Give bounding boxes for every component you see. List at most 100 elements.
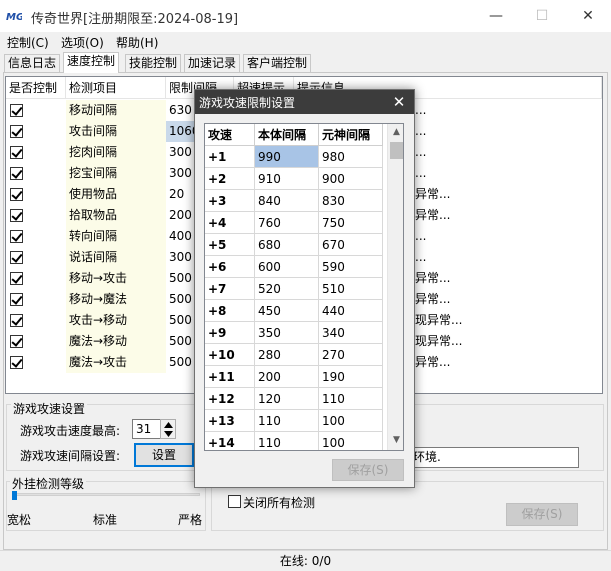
dialog-title: 游戏攻速限制设置 — [199, 96, 296, 110]
header-controlled[interactable]: 是否控制 — [6, 77, 66, 99]
spin-up-icon[interactable] — [164, 422, 173, 428]
grid-body-cell[interactable]: 200 — [255, 366, 319, 388]
row-checkbox[interactable] — [10, 230, 23, 243]
row-checkbox-cell[interactable] — [6, 331, 66, 352]
close-all-checkbox[interactable] — [228, 495, 241, 508]
row-checkbox[interactable] — [10, 146, 23, 159]
grid-speed-cell: +3 — [205, 190, 255, 212]
row-checkbox-cell[interactable] — [6, 352, 66, 373]
row-checkbox[interactable] — [10, 188, 23, 201]
detection-level-slider-track[interactable] — [13, 493, 200, 496]
row-checkbox-cell[interactable] — [6, 184, 66, 205]
row-checkbox[interactable] — [10, 104, 23, 117]
grid-body-cell[interactable]: 350 — [255, 322, 319, 344]
dialog-save-button[interactable]: 保存(S) — [332, 459, 404, 481]
grid-body-cell[interactable]: 280 — [255, 344, 319, 366]
tab-speed-records[interactable]: 加速记录 — [184, 54, 241, 72]
tab-speed-control[interactable]: 速度控制 — [63, 52, 120, 73]
status-bar: 在线: 0/0 — [0, 550, 611, 570]
grid-body-cell[interactable]: 990 — [255, 146, 319, 168]
grid-spirit-cell[interactable]: 340 — [319, 322, 383, 344]
row-checkbox-cell[interactable] — [6, 310, 66, 331]
row-checkbox-cell[interactable] — [6, 289, 66, 310]
grid-body-cell[interactable]: 110 — [255, 432, 319, 450]
scroll-thumb[interactable] — [390, 142, 403, 159]
level-standard-label: 标准 — [93, 513, 118, 527]
row-item: 移动→攻击 — [66, 268, 166, 289]
row-checkbox[interactable] — [10, 167, 23, 180]
grid-spirit-cell[interactable]: 980 — [319, 146, 383, 168]
row-checkbox[interactable] — [10, 125, 23, 138]
online-count: 在线: 0/0 — [279, 554, 332, 568]
scroll-up-icon[interactable]: ▲ — [388, 124, 403, 141]
speed-limit-grid[interactable]: 攻速 本体间隔 元神间隔 +1 990 980 +2 910 900 +3 840 830 +4 7… — [204, 123, 404, 451]
menu-help[interactable]: 帮助(H) — [116, 34, 158, 51]
grid-body-cell[interactable]: 910 — [255, 168, 319, 190]
dialog-title-bar: 游戏攻速限制设置 ✕ — [195, 90, 414, 114]
grid-body-cell[interactable]: 450 — [255, 300, 319, 322]
grid-body-cell[interactable]: 600 — [255, 256, 319, 278]
grid-spirit-cell[interactable]: 670 — [319, 234, 383, 256]
grid-body-cell[interactable]: 680 — [255, 234, 319, 256]
grid-body-cell[interactable]: 760 — [255, 212, 319, 234]
row-checkbox-cell[interactable] — [6, 205, 66, 226]
grid-body-cell[interactable]: 120 — [255, 388, 319, 410]
row-item: 攻击→移动 — [66, 310, 166, 331]
set-button[interactable]: 设置 — [134, 443, 194, 467]
grid-spirit-cell[interactable]: 100 — [319, 432, 383, 450]
maximize-button[interactable]: ☐ — [519, 0, 565, 32]
grid-spirit-cell[interactable]: 110 — [319, 388, 383, 410]
header-item[interactable]: 检测项目 — [66, 77, 166, 99]
row-checkbox[interactable] — [10, 335, 23, 348]
grid-spirit-cell[interactable]: 750 — [319, 212, 383, 234]
grid-spirit-cell[interactable]: 270 — [319, 344, 383, 366]
close-button[interactable]: ✕ — [565, 0, 611, 32]
menu-control[interactable]: 控制(C) — [7, 34, 49, 51]
row-checkbox-cell[interactable] — [6, 121, 66, 142]
app-logo-icon: MG — [6, 10, 22, 22]
row-checkbox[interactable] — [10, 209, 23, 222]
row-checkbox-cell[interactable] — [6, 268, 66, 289]
row-checkbox[interactable] — [10, 314, 23, 327]
spin-down-icon[interactable] — [164, 431, 173, 437]
dialog-close-icon[interactable]: ✕ — [388, 90, 410, 114]
scroll-down-icon[interactable]: ▼ — [388, 432, 403, 449]
message-input[interactable]: 环境. — [410, 447, 579, 468]
grid-body-cell[interactable]: 840 — [255, 190, 319, 212]
grid-spirit-cell[interactable]: 190 — [319, 366, 383, 388]
grid-speed-cell: +1 — [205, 146, 255, 168]
row-checkbox[interactable] — [10, 356, 23, 369]
main-save-button[interactable]: 保存(S) — [506, 503, 578, 526]
grid-scrollbar[interactable]: ▲ ▼ — [387, 124, 403, 450]
row-checkbox-cell[interactable] — [6, 247, 66, 268]
grid-body-cell[interactable]: 520 — [255, 278, 319, 300]
row-checkbox-cell[interactable] — [6, 142, 66, 163]
tab-client-control[interactable]: 客户端控制 — [243, 54, 312, 72]
grid-header-speed: 攻速 — [205, 124, 255, 146]
max-speed-input[interactable]: 31 — [132, 419, 162, 439]
row-checkbox-cell[interactable] — [6, 100, 66, 121]
grid-spirit-cell[interactable]: 100 — [319, 410, 383, 432]
grid-spirit-cell[interactable]: 440 — [319, 300, 383, 322]
minimize-button[interactable]: — — [473, 0, 519, 32]
grid-speed-cell: +7 — [205, 278, 255, 300]
grid-spirit-cell[interactable]: 900 — [319, 168, 383, 190]
row-checkbox[interactable] — [10, 251, 23, 264]
grid-speed-cell: +11 — [205, 366, 255, 388]
grid-body-cell[interactable]: 110 — [255, 410, 319, 432]
tab-skill-control[interactable]: 技能控制 — [125, 54, 182, 72]
max-speed-spinner[interactable] — [160, 419, 176, 439]
grid-spirit-cell[interactable]: 510 — [319, 278, 383, 300]
row-checkbox[interactable] — [10, 272, 23, 285]
menu-options[interactable]: 选项(O) — [61, 34, 104, 51]
grid-spirit-cell[interactable]: 830 — [319, 190, 383, 212]
tab-info-log[interactable]: 信息日志 — [4, 54, 61, 72]
row-checkbox-cell[interactable] — [6, 226, 66, 247]
detection-level-slider-thumb[interactable] — [12, 491, 17, 500]
grid-speed-cell: +13 — [205, 410, 255, 432]
row-checkbox[interactable] — [10, 293, 23, 306]
grid-spirit-cell[interactable]: 590 — [319, 256, 383, 278]
row-checkbox-cell[interactable] — [6, 163, 66, 184]
grid-speed-cell: +8 — [205, 300, 255, 322]
grid-speed-cell: +9 — [205, 322, 255, 344]
